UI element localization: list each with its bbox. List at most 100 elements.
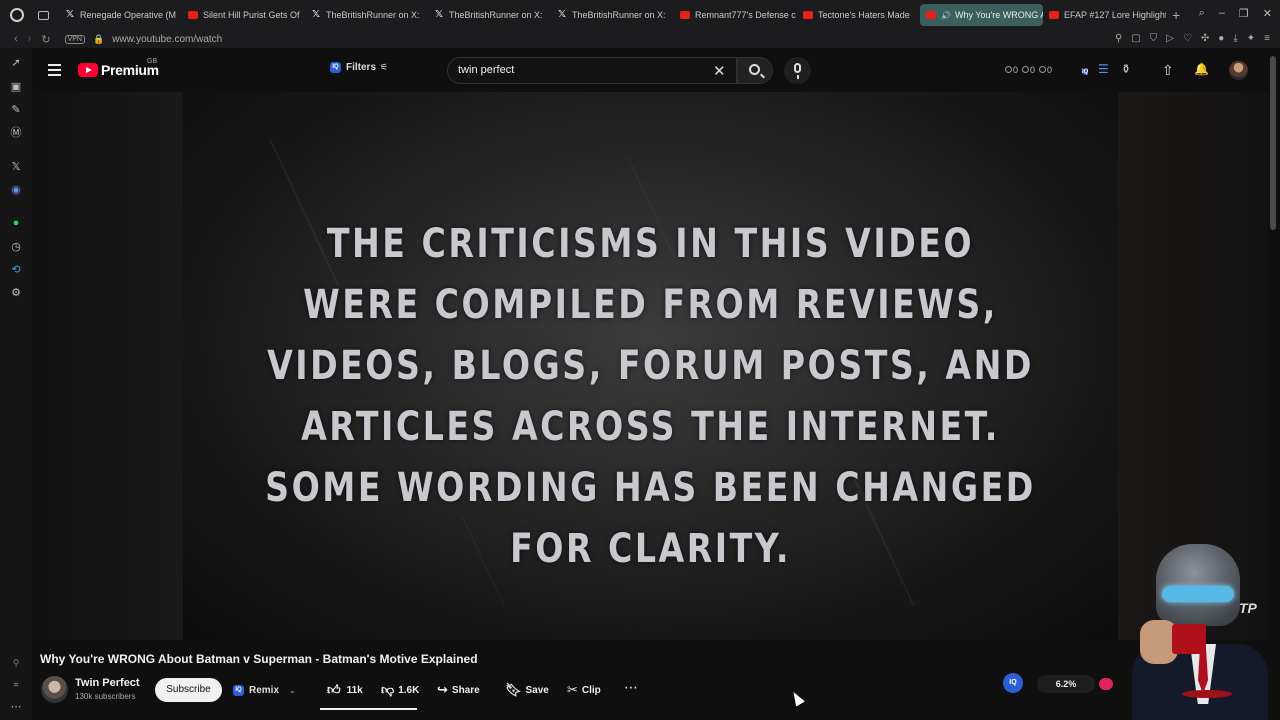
youtube-logo-icon[interactable] bbox=[78, 63, 98, 77]
extensions-icon[interactable]: ✣ bbox=[1201, 33, 1209, 44]
filters-button[interactable]: IQ Filters ⚟ bbox=[330, 62, 388, 73]
subscribe-button[interactable]: Subscribe bbox=[155, 678, 222, 702]
like-button[interactable]: 👍︎ 11k bbox=[327, 678, 363, 702]
browser-tab[interactable]: Remnant777's Defense c bbox=[674, 4, 797, 26]
spotify-icon[interactable]: ● bbox=[9, 216, 23, 230]
minimize-icon[interactable]: – bbox=[1219, 7, 1225, 20]
channel-avatar[interactable] bbox=[41, 676, 68, 703]
discord-icon[interactable]: ◉ bbox=[9, 183, 23, 197]
microphone-icon bbox=[794, 63, 801, 79]
pin-icon[interactable]: ⚲ bbox=[9, 656, 23, 670]
clip-button[interactable]: ✂ Clip bbox=[567, 678, 601, 702]
opera-logo-icon[interactable] bbox=[10, 8, 24, 22]
rocket-icon[interactable]: ➚ bbox=[9, 56, 23, 70]
record-indicator bbox=[1099, 678, 1113, 690]
remix-button[interactable]: IQ Remix ⌄ bbox=[227, 678, 296, 702]
browser-tab[interactable]: 𝕏 Renegade Operative (M bbox=[59, 4, 182, 26]
youtube-icon bbox=[926, 11, 936, 19]
list-icon[interactable]: ☰ bbox=[1098, 62, 1109, 76]
ai-icon[interactable]: ✦ bbox=[1247, 33, 1255, 44]
extension-icon[interactable]: ⟲ bbox=[9, 263, 23, 277]
ambient-left bbox=[32, 92, 183, 640]
profile-icon[interactable]: ● bbox=[1218, 33, 1224, 44]
download-icon[interactable]: ⤓ bbox=[1233, 33, 1237, 44]
reload-icon[interactable]: ↻ bbox=[41, 33, 50, 46]
browser-tab[interactable]: 𝕏 TheBritishRunner on X: bbox=[551, 4, 674, 26]
vpn-badge[interactable]: VPN bbox=[64, 34, 85, 44]
easy-setup-icon[interactable]: ⌗ bbox=[9, 678, 23, 692]
shield-icon[interactable]: ⛉ bbox=[1150, 33, 1158, 44]
more-actions-icon[interactable]: ⋯ bbox=[620, 680, 642, 700]
youtube-icon bbox=[188, 11, 198, 19]
browser-tab[interactable]: Silent Hill Purist Gets Of bbox=[182, 4, 305, 26]
more-icon[interactable]: ⋯ bbox=[9, 700, 23, 714]
chevron-down-icon[interactable]: ⌄ bbox=[289, 686, 296, 695]
edit-icon[interactable]: ✎ bbox=[9, 103, 23, 117]
x-icon: 𝕏 bbox=[557, 9, 567, 20]
address-bar: ‹ › ↻ VPN 🔒 www.youtube.com/watch ⚲ ▢ ⛉ … bbox=[0, 30, 1280, 48]
notifications-icon[interactable]: 🔔 bbox=[1194, 62, 1209, 76]
lock-icon[interactable]: 🔒 bbox=[93, 34, 104, 45]
mug bbox=[1172, 624, 1206, 654]
browser-tab[interactable]: 𝕏 TheBritishRunner on X: bbox=[305, 4, 428, 26]
tune-icon: ⚟ bbox=[380, 62, 389, 72]
search-input[interactable] bbox=[458, 64, 698, 76]
search-box: ✕ bbox=[447, 57, 737, 84]
browser-tab[interactable]: 𝕏 TheBritishRunner on X: bbox=[428, 4, 551, 26]
award-icon[interactable]: ⚱ bbox=[1121, 62, 1131, 76]
thumbs-up-icon: 👍︎ bbox=[327, 682, 341, 697]
tp-logo: TP bbox=[1239, 600, 1257, 616]
browser-tab-active[interactable]: 🔊 Why You're WRONG A bbox=[920, 4, 1043, 26]
like-count: 11k bbox=[346, 684, 363, 696]
voice-search-button[interactable] bbox=[784, 57, 811, 84]
play-icon[interactable]: ▷ bbox=[1166, 33, 1174, 44]
speaker-icon: 🔊 bbox=[941, 10, 951, 20]
new-tab-button[interactable]: + bbox=[1172, 7, 1180, 23]
iq-extension-icon[interactable]: IQ bbox=[1082, 62, 1093, 78]
page-scrollbar[interactable] bbox=[1270, 56, 1276, 230]
search-icon bbox=[749, 64, 760, 75]
m-icon[interactable]: Ⓜ bbox=[9, 126, 23, 140]
forward-icon[interactable]: › bbox=[28, 33, 32, 45]
share-button[interactable]: ↪ Share bbox=[437, 678, 480, 702]
x-icon[interactable]: 𝕏 bbox=[9, 160, 23, 174]
snapshot-icon[interactable]: ▢ bbox=[1131, 33, 1140, 44]
youtube-icon bbox=[1049, 11, 1059, 19]
iq-widget-icon[interactable]: IQ bbox=[1003, 673, 1023, 693]
search-button[interactable] bbox=[737, 57, 773, 84]
save-button[interactable]: 🔖︎ Save bbox=[505, 678, 549, 702]
browser-sidebar: ➚ ▣ ✎ Ⓜ 𝕏 ◉ ● ◷ ⟲ ⚙ ⚲ ⌗ ⋯ bbox=[0, 48, 32, 720]
upload-icon[interactable]: ⇧ bbox=[1162, 62, 1174, 79]
stat-item: 0 bbox=[1039, 65, 1052, 75]
remix-label: Remix bbox=[249, 684, 280, 696]
briefcase-icon[interactable]: ▣ bbox=[9, 80, 23, 94]
channel-name[interactable]: Twin Perfect bbox=[75, 677, 140, 689]
history-icon[interactable]: ◷ bbox=[9, 240, 23, 254]
restore-icon[interactable]: ❐ bbox=[1239, 7, 1249, 20]
account-avatar[interactable] bbox=[1229, 61, 1248, 80]
dislike-button[interactable]: 👎︎ 1.6K bbox=[381, 678, 419, 702]
address-bar-actions: ⚲ ▢ ⛉ ▷ ♡ ✣ ● ⤓ ✦ ≡ bbox=[1115, 33, 1270, 44]
menu-icon[interactable]: ≡ bbox=[1264, 33, 1270, 44]
stat-item: 0 bbox=[1022, 65, 1035, 75]
window-controls: ⌕ – ❐ ✕ bbox=[1199, 7, 1272, 20]
search-tabs-icon[interactable]: ⌕ bbox=[1199, 7, 1205, 20]
percent-pill[interactable]: 6.2% bbox=[1037, 675, 1095, 693]
tab-overview-icon[interactable] bbox=[38, 10, 49, 20]
pin-icon[interactable]: ⚲ bbox=[1115, 33, 1122, 44]
guide-menu-icon[interactable] bbox=[48, 64, 61, 76]
settings-icon[interactable]: ⚙ bbox=[9, 286, 23, 300]
back-icon[interactable]: ‹ bbox=[14, 33, 18, 45]
video-player[interactable]: The criticisms in this video were compil… bbox=[183, 92, 1118, 640]
country-code: GB bbox=[147, 58, 158, 65]
subscriber-count: 130k subscribers bbox=[75, 692, 136, 701]
x-icon: 𝕏 bbox=[65, 9, 75, 20]
youtube-header: Premium GB IQ Filters ⚟ ✕ 0 0 0 IQ ☰ ⚱ ⇧… bbox=[32, 48, 1280, 92]
close-icon[interactable]: ✕ bbox=[1263, 7, 1272, 20]
clear-search-icon[interactable]: ✕ bbox=[713, 62, 726, 80]
browser-tab[interactable]: EFAP #127 Lore Highlight bbox=[1043, 4, 1166, 26]
eye-icon bbox=[1022, 66, 1030, 73]
url-field[interactable]: www.youtube.com/watch bbox=[112, 34, 222, 45]
browser-tab[interactable]: Tectone's Haters Made bbox=[797, 4, 920, 26]
heart-icon[interactable]: ♡ bbox=[1183, 33, 1192, 44]
